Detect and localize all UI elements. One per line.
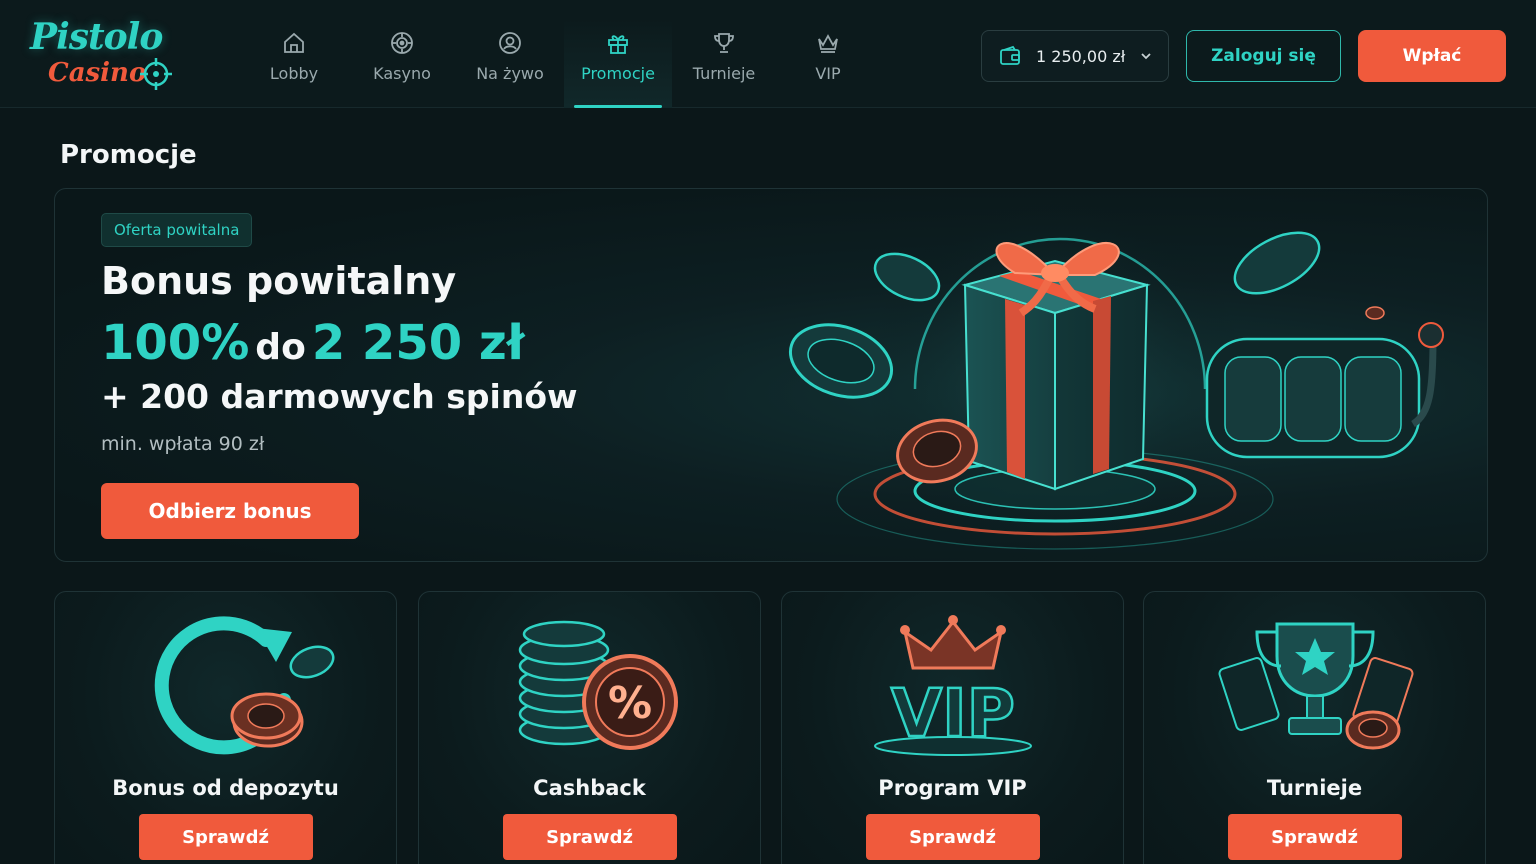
- offer-badge: Oferta powitalna: [101, 213, 253, 247]
- gift-icon: [608, 35, 628, 54]
- gift-slot-illustration: [788, 189, 1444, 561]
- bonus-percent: 100%: [101, 315, 250, 371]
- trophy-cards-icon: [1217, 622, 1414, 750]
- nav-label: Na żywo: [476, 64, 544, 83]
- brand-logo[interactable]: Pistolo Casino: [26, 14, 176, 96]
- trophy-icon: [714, 33, 734, 53]
- card-title: Bonus od depozytu: [112, 776, 339, 800]
- card-title: Program VIP: [878, 776, 1027, 800]
- balance-dropdown[interactable]: 1 250,00 zł: [981, 30, 1169, 82]
- live-dealer-icon: [499, 32, 521, 54]
- top-bar: Pistolo Casino Lobby Kasyno Na żywo Prom…: [0, 0, 1536, 108]
- check-button[interactable]: Sprawdź: [502, 814, 677, 860]
- login-button[interactable]: Zaloguj się: [1186, 30, 1341, 82]
- nav-item-promocje[interactable]: Promocje: [564, 18, 672, 108]
- nav-label: Lobby: [269, 64, 319, 83]
- logo-text-secondary: Casino: [48, 58, 147, 88]
- check-button[interactable]: Sprawdź: [1227, 814, 1402, 860]
- bonus-upto: do: [255, 327, 306, 368]
- nav-item-kasyno[interactable]: Kasyno: [348, 18, 456, 108]
- bonus-max-amount: 2 250 zł: [311, 315, 525, 371]
- card-title: Cashback: [533, 776, 646, 800]
- chevron-down-icon: [1141, 53, 1151, 60]
- roulette-icon: [391, 32, 413, 54]
- check-button[interactable]: Sprawdź: [138, 814, 313, 860]
- nav-label: Kasyno: [373, 64, 431, 83]
- check-button[interactable]: Sprawdź: [865, 814, 1040, 860]
- crosshair-icon: [140, 58, 172, 90]
- promo-card-tournaments[interactable]: Turnieje Sprawdź: [1143, 591, 1486, 864]
- vip-crown-icon: VIP: [873, 615, 1032, 756]
- min-deposit-text: min. wpłata 90 zł: [101, 433, 265, 455]
- claim-bonus-button[interactable]: Odbierz bonus: [101, 483, 359, 539]
- deposit-button[interactable]: Wpłać: [1358, 30, 1506, 82]
- home-icon: [284, 32, 304, 53]
- bonus-amount-line: 100% do 2 250 zł: [101, 315, 525, 371]
- nav-item-lobby[interactable]: Lobby: [240, 18, 348, 108]
- page-title: Promocje: [60, 140, 197, 170]
- nav-label: Promocje: [581, 64, 655, 83]
- refresh-chips-icon: [154, 616, 334, 755]
- bonus-title: Bonus powitalny: [101, 259, 457, 303]
- card-title: Turnieje: [1266, 776, 1363, 800]
- promo-card-deposit-bonus[interactable]: Bonus od depozytu Sprawdź: [54, 591, 397, 864]
- percent-chips-icon: %: [518, 620, 678, 750]
- nav-item-live[interactable]: Na żywo: [456, 18, 564, 108]
- nav-item-vip[interactable]: VIP: [774, 18, 882, 108]
- nav-label: VIP: [815, 64, 841, 83]
- crown-icon: [818, 34, 838, 53]
- promo-card-vip[interactable]: VIP Program VIP Sprawdź: [781, 591, 1124, 864]
- welcome-bonus-banner: Oferta powitalna Bonus powitalny 100% do 2…: [54, 188, 1488, 562]
- nav-label: Turnieje: [692, 64, 756, 83]
- wallet-icon: [1000, 45, 1020, 65]
- promo-card-cashback[interactable]: % Cashback Sprawdź: [418, 591, 761, 864]
- balance-amount: 1 250,00 zł: [1036, 46, 1126, 66]
- svg-text:%: %: [607, 678, 651, 729]
- logo-text-primary: Pistolo: [30, 16, 163, 58]
- free-spins-text: + 200 darmowych spinów: [101, 377, 578, 416]
- nav-item-turnieje[interactable]: Turnieje: [670, 18, 778, 108]
